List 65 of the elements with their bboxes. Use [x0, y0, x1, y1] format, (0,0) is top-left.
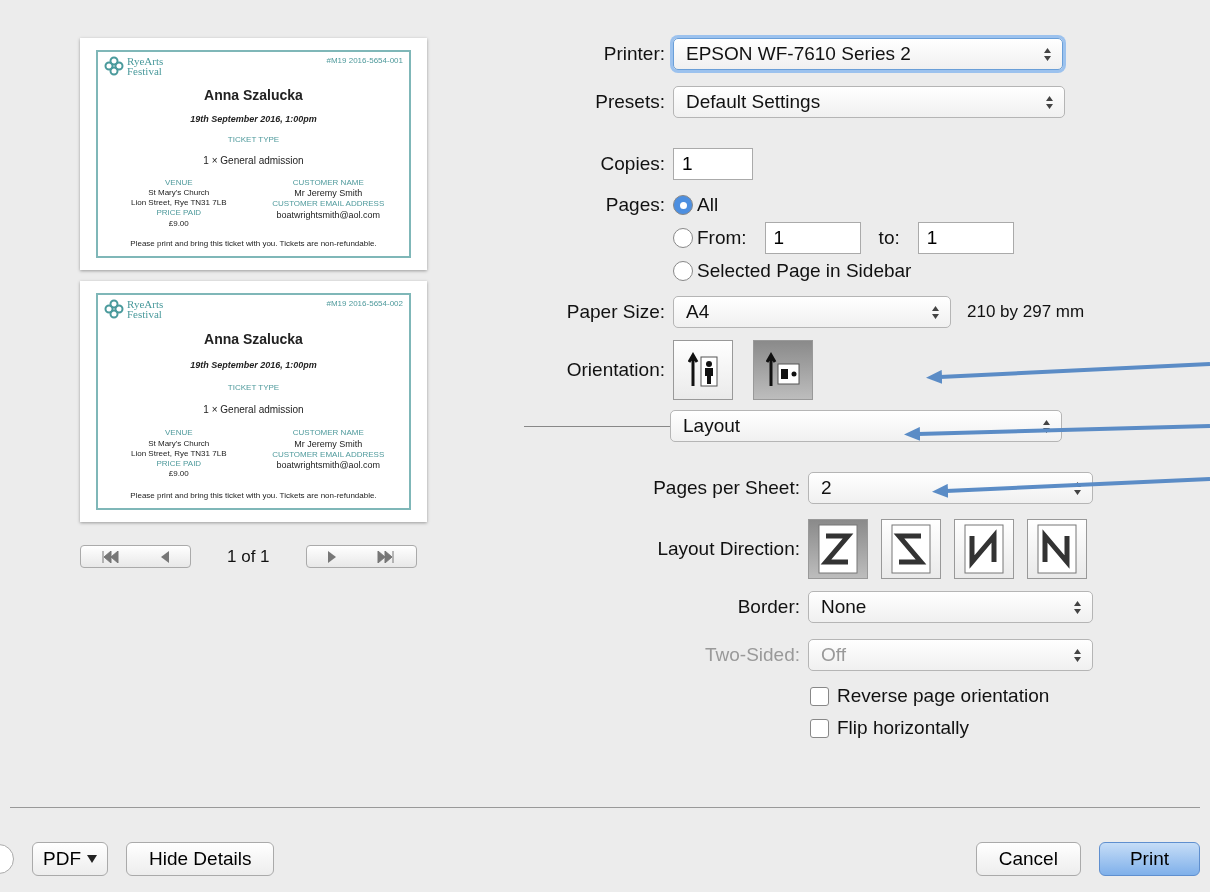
field-label: Presets: [594, 91, 665, 113]
customer-email: boatwrightsmith@aol.com [276, 460, 381, 471]
venue-line: Lion Street, Rye TN31 7LB [131, 448, 227, 458]
field-label: PRICE PAID [156, 458, 202, 469]
section-select[interactable]: Layout [670, 410, 1062, 442]
logo-text: Festival [127, 309, 162, 319]
radio-label: Selected Page in Sidebar [697, 260, 912, 282]
printer-select[interactable]: EPSON WF-7610 Series 2 [673, 38, 1063, 70]
price-text: £9.00 [168, 218, 189, 228]
radio-label: From: [697, 227, 747, 249]
logo-text: Festival [127, 66, 162, 76]
copies-field[interactable]: 1 [673, 148, 753, 180]
paper-size-select[interactable]: A4 [673, 296, 951, 328]
field-label: CUSTOMER NAME [292, 428, 364, 438]
ticket-type: 1 × General admission [203, 404, 304, 416]
field-label: Two-Sided: [703, 644, 800, 666]
logo-text: RyeArts [127, 56, 164, 66]
to-page-field[interactable]: 1 [917, 222, 1014, 254]
field-label: PRICE PAID [156, 208, 202, 218]
field-label: Printer: [602, 43, 665, 65]
ticket-name: Anna Szalucka [204, 86, 303, 104]
field-label: Orientation: [565, 359, 665, 381]
logo-text: RyeArts [127, 299, 164, 309]
field-label: VENUE [164, 428, 193, 438]
field-label: to: [878, 227, 900, 249]
field-label: TICKET TYPE [227, 135, 280, 145]
checkbox-label: Flip horizontally [837, 717, 969, 739]
pages-per-sheet-select[interactable]: 2 [808, 472, 1093, 504]
venue-line: St Mary's Church [148, 438, 210, 448]
field-label: Paper Size: [565, 301, 665, 323]
field-label: Border: [736, 596, 800, 618]
field-label: CUSTOMER EMAIL ADDRESS [272, 199, 385, 209]
ticket-id: #M19 2016-5654-001 [326, 56, 403, 66]
presets-select[interactable]: Default Settings [673, 86, 1065, 118]
checkbox-label: Reverse page orientation [837, 685, 1050, 707]
page-counter: 1 of 1 [227, 546, 270, 567]
ticket-name: Anna Szalucka [204, 331, 303, 348]
cancel-button[interactable]: Cancel [975, 842, 1081, 876]
customer-name: Mr Jeremy Smith [294, 438, 363, 449]
print-button[interactable]: Print [1098, 842, 1200, 876]
field-label: CUSTOMER NAME [292, 177, 364, 188]
paper-dimensions: 210 by 297 mm [967, 302, 1085, 322]
field-label: Pages per Sheet: [652, 477, 800, 499]
field-label: Copies: [599, 153, 665, 175]
field-label: TICKET TYPE [227, 382, 280, 392]
venue-line: Lion Street, Rye TN31 7LB [131, 198, 227, 208]
ticket-date: 19th September 2016, 1:00pm [190, 360, 317, 371]
ticket-type: 1 × General admission [203, 155, 304, 167]
pdf-button[interactable]: PDF [32, 842, 108, 876]
venue-line: St Mary's Church [148, 188, 210, 198]
field-label: CUSTOMER EMAIL ADDRESS [272, 449, 385, 460]
price-text: £9.00 [168, 469, 189, 479]
from-page-field[interactable]: 1 [764, 222, 861, 254]
customer-name: Mr Jeremy Smith [294, 188, 363, 199]
hide-details-button[interactable]: Hide Details [126, 842, 275, 876]
radio-label: All [697, 194, 719, 216]
ticket-note: Please print and bring this ticket with you. Tickets are non-refundable. [130, 490, 377, 500]
ticket-id: #M19 2016-5654-002 [326, 299, 403, 309]
field-label: Pages: [604, 194, 665, 216]
customer-email: boatwrightsmith@aol.com [276, 209, 381, 220]
field-label: VENUE [164, 177, 193, 188]
field-label: Layout Direction: [656, 538, 800, 560]
ticket-date: 19th September 2016, 1:00pm [190, 114, 317, 125]
border-select[interactable]: None [808, 591, 1093, 623]
ticket-note: Please print and bring this ticket with you. Tickets are non-refundable. [130, 238, 377, 248]
